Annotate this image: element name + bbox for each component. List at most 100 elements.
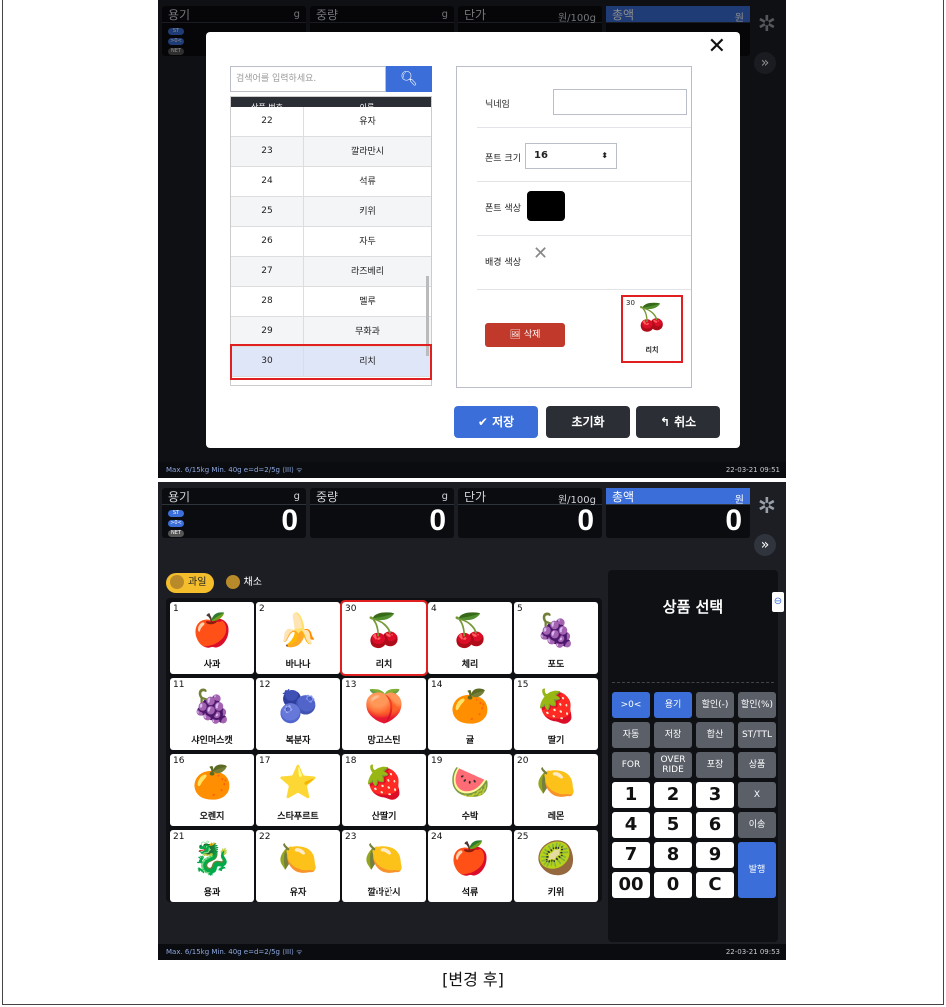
product-number: 13 bbox=[345, 680, 357, 690]
key-1[interactable]: 1 bbox=[612, 782, 650, 808]
product-tile[interactable]: 20 🍋 레몬 bbox=[514, 754, 598, 826]
product-name: 리치 bbox=[375, 660, 393, 670]
key-00[interactable]: 00 bbox=[612, 872, 650, 898]
nickname-input[interactable] bbox=[553, 89, 687, 115]
no-color-icon[interactable]: ✕ bbox=[533, 243, 548, 264]
table-row[interactable]: 24 석류 bbox=[231, 167, 431, 197]
override-key[interactable]: OVER RIDE bbox=[654, 752, 692, 778]
product-number: 12 bbox=[259, 680, 271, 690]
product-image-icon: 🥝 bbox=[536, 839, 576, 877]
product-tile[interactable]: 12 🫐 복분자 bbox=[256, 678, 340, 750]
search-input[interactable]: 검색어를 입력하세요. bbox=[230, 66, 386, 92]
product-tile[interactable]: 18 🍓 산딸기 bbox=[342, 754, 426, 826]
key-2[interactable]: 2 bbox=[654, 782, 692, 808]
product-key[interactable]: 상품 bbox=[738, 752, 776, 778]
discount-amount-key[interactable]: 할인(-) bbox=[696, 692, 734, 718]
tab-fruit[interactable]: 과일 bbox=[166, 573, 215, 593]
product-image-icon: 🍓 bbox=[536, 687, 576, 725]
unit-price-display: 단가 원/100g 0 bbox=[458, 488, 602, 538]
table-row[interactable]: 29 무화과 bbox=[231, 317, 431, 347]
product-number: 2 bbox=[259, 604, 265, 614]
product-image-icon: 🍊 bbox=[192, 763, 232, 801]
table-row[interactable]: 25 키위 bbox=[231, 197, 431, 227]
search-button[interactable]: 🔍︎ bbox=[386, 66, 432, 92]
key-3[interactable]: 3 bbox=[696, 782, 734, 808]
key-6[interactable]: 6 bbox=[696, 812, 734, 838]
product-tile[interactable]: 5 🍇 포도 bbox=[514, 602, 598, 674]
key-0[interactable]: 0 bbox=[654, 872, 692, 898]
product-tile[interactable]: 17 ⭐ 스타푸르트 bbox=[256, 754, 340, 826]
search-icon[interactable]: 🔍︎ bbox=[575, 885, 592, 900]
divider bbox=[477, 235, 691, 236]
amount-value: 0 bbox=[725, 504, 742, 537]
font-size-select[interactable]: 16 ⬍ bbox=[525, 143, 617, 169]
product-image-icon: 🍓 bbox=[364, 763, 404, 801]
product-image-icon: 🍋 bbox=[364, 839, 404, 877]
key-7[interactable]: 7 bbox=[612, 842, 650, 868]
product-tile[interactable]: 15 🍓 딸기 bbox=[514, 678, 598, 750]
zero-key[interactable]: >0< bbox=[612, 692, 650, 718]
tab-vegetable[interactable]: 채소 bbox=[222, 573, 270, 593]
product-number: 17 bbox=[259, 756, 271, 766]
product-number: 14 bbox=[431, 680, 443, 690]
font-size-label: 폰트 크기 bbox=[485, 154, 521, 164]
key-5[interactable]: 5 bbox=[654, 812, 692, 838]
product-image-icon: 🍑 bbox=[364, 687, 404, 725]
pack-key[interactable]: 포장 bbox=[696, 752, 734, 778]
product-tile[interactable]: 2 🍌 바나나 bbox=[256, 602, 340, 674]
fruit-category-icon bbox=[170, 575, 184, 589]
auto-key[interactable]: 자동 bbox=[612, 722, 650, 748]
store-key[interactable]: 저장 bbox=[654, 722, 692, 748]
issue-key[interactable]: 발행 bbox=[738, 842, 776, 898]
x-key[interactable]: X bbox=[738, 782, 776, 808]
product-image-icon: 🍋 bbox=[536, 763, 576, 801]
product-image-icon: 🍋 bbox=[278, 839, 318, 877]
chevron-down-icon: ⬍ bbox=[601, 151, 608, 160]
for-key[interactable]: FOR bbox=[612, 752, 650, 778]
settings-gear-icon[interactable]: ✲ bbox=[758, 494, 776, 519]
product-number: 4 bbox=[431, 604, 437, 614]
close-icon[interactable]: ✕ bbox=[708, 34, 726, 59]
tare-key[interactable]: 용기 bbox=[654, 692, 692, 718]
side-tab-icon[interactable]: ⊖ bbox=[772, 592, 784, 612]
weight-value: 0 bbox=[429, 504, 446, 537]
page-indicator: 1/1 bbox=[374, 886, 394, 900]
key-clear[interactable]: C bbox=[696, 872, 734, 898]
divider bbox=[477, 127, 691, 128]
product-image-icon: 🍊 bbox=[450, 687, 490, 725]
product-tile[interactable]: 4 🍒 체리 bbox=[428, 602, 512, 674]
key-8[interactable]: 8 bbox=[654, 842, 692, 868]
st-ttl-key[interactable]: ST/TTL bbox=[738, 722, 776, 748]
product-tile[interactable]: 14 🍊 귤 bbox=[428, 678, 512, 750]
move-key[interactable]: 이송 bbox=[738, 812, 776, 838]
product-tile[interactable]: 16 🍊 오렌지 bbox=[170, 754, 254, 826]
amount-display: 총액 원 0 bbox=[606, 488, 750, 538]
undo-icon: ↰ bbox=[659, 415, 675, 429]
selection-highlight bbox=[230, 344, 432, 380]
key-4[interactable]: 4 bbox=[612, 812, 650, 838]
table-row[interactable]: 23 깔라만시 bbox=[231, 137, 431, 167]
status-bar: Max. 6/15kg Min. 40g e=d=2/5g ⟨III⟩ ᯤ 22… bbox=[158, 462, 786, 478]
table-row[interactable]: 28 멜루 bbox=[231, 287, 431, 317]
keypad: >0< 용기 할인(-) 할인(%) 자동 저장 합산 ST/TTL FOR O… bbox=[608, 692, 778, 936]
cancel-button[interactable]: ↰ 취소 bbox=[636, 406, 720, 438]
reset-button[interactable]: 초기화 bbox=[546, 406, 630, 438]
scale-screen-after: 용기 g ST >0< NET 0 중량 g 0 단가 원/100g 0 총액 … bbox=[158, 482, 786, 960]
table-row[interactable]: 26 자두 bbox=[231, 227, 431, 257]
product-tile[interactable]: 1 🍎 사과 bbox=[170, 602, 254, 674]
font-color-swatch[interactable] bbox=[527, 191, 565, 221]
table-row[interactable]: 27 라즈베리 bbox=[231, 257, 431, 287]
table-row[interactable]: 22 유자 bbox=[231, 107, 431, 137]
product-tile[interactable]: 11 🍇 샤인머스캣 bbox=[170, 678, 254, 750]
bg-color-label: 배경 색상 bbox=[485, 258, 521, 268]
product-tile[interactable]: 19 🍉 수박 bbox=[428, 754, 512, 826]
discount-percent-key[interactable]: 할인(%) bbox=[738, 692, 776, 718]
product-number: 18 bbox=[345, 756, 357, 766]
sum-key[interactable]: 합산 bbox=[696, 722, 734, 748]
key-9[interactable]: 9 bbox=[696, 842, 734, 868]
delete-image-button[interactable]: 🖼︎ 삭제 bbox=[485, 323, 565, 347]
expand-chevron-icon[interactable]: » bbox=[754, 534, 776, 556]
save-button[interactable]: ✔ 저장 bbox=[454, 406, 538, 438]
product-tile[interactable]: 30 🍒 리치 bbox=[340, 600, 428, 676]
product-tile[interactable]: 13 🍑 망고스틴 bbox=[342, 678, 426, 750]
